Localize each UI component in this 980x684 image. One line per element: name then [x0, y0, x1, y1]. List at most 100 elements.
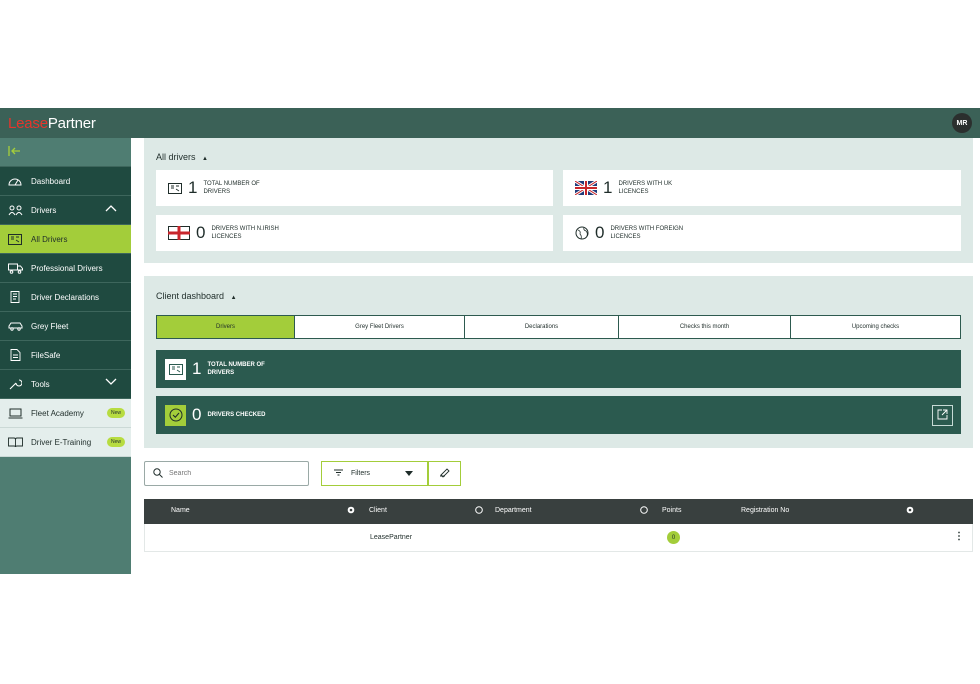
check-circle-icon	[165, 404, 186, 426]
sort-icon[interactable]	[347, 506, 355, 516]
open-external-button[interactable]	[932, 405, 953, 426]
id-card-icon	[168, 182, 182, 194]
stat-label: DRIVERS WITH N.IRISH LICENCES	[211, 226, 279, 240]
sidebar-item-label: All Drivers	[31, 234, 68, 244]
globe-icon	[575, 226, 589, 240]
stat-card-ni-licences: 0 DRIVERS WITH N.IRISH LICENCES	[156, 215, 553, 251]
stat-card-uk-licences: 1 DRIVERS WITH UK LICENCES	[563, 170, 961, 206]
search-input[interactable]	[169, 470, 289, 477]
table-settings-icon[interactable]	[906, 506, 914, 516]
sidebar-item-label: Fleet Academy	[31, 408, 84, 418]
sidebar-item-grey-fleet[interactable]: Grey Fleet	[0, 312, 131, 341]
client-dashboard-title[interactable]: Client dashboard ▲	[156, 291, 237, 301]
chevron-down-icon[interactable]	[105, 378, 117, 388]
sidebar-item-driver-declarations[interactable]: Driver Declarations	[0, 283, 131, 312]
tab-upcoming-checks[interactable]: Upcoming checks	[791, 316, 960, 338]
sidebar-item-label: FileSafe	[31, 350, 61, 360]
column-header-client[interactable]: Client	[369, 507, 387, 514]
column-header-name[interactable]: Name	[171, 507, 190, 514]
tab-declarations[interactable]: Declarations	[465, 316, 619, 338]
eraser-icon	[439, 465, 450, 483]
sidebar-item-label: Grey Fleet	[31, 321, 69, 331]
book-icon	[7, 436, 23, 448]
cell-points-badge: 0	[667, 531, 680, 544]
drivers-group-icon	[7, 204, 23, 216]
sidebar-item-label: Tools	[31, 379, 50, 389]
column-header-registration[interactable]: Registration No	[741, 507, 789, 514]
sidebar: Dashboard Drivers All Drivers Profession…	[0, 138, 131, 574]
stat-value: 1	[603, 178, 613, 197]
sidebar-item-label: Driver Declarations	[31, 292, 100, 302]
filters-dropdown[interactable]: Filters	[321, 461, 428, 486]
sidebar-item-label: Professional Drivers	[31, 263, 103, 273]
sidebar-item-label: Driver E-Training	[31, 437, 92, 447]
all-drivers-panel: All drivers ▲ 1 TOTAL NUMBER OF DRIVERS …	[144, 138, 973, 263]
stat-label: TOTAL NUMBER OF DRIVERS	[203, 181, 260, 195]
stat-value: 1	[188, 178, 198, 197]
collapse-sidebar-button[interactable]	[0, 138, 131, 167]
tools-icon	[7, 378, 23, 390]
caret-down-icon	[405, 471, 413, 479]
id-card-icon	[165, 358, 186, 380]
sidebar-item-label: Drivers	[31, 205, 57, 215]
sidebar-item-tools[interactable]: Tools	[0, 370, 131, 399]
stat-card-foreign-licences: 0 DRIVERS WITH FOREIGN LICENCES	[563, 215, 961, 251]
dashboard-gauge-icon	[7, 175, 23, 187]
caret-up-icon: ▲	[202, 156, 208, 162]
search-box[interactable]	[144, 461, 309, 486]
laptop-icon	[7, 407, 23, 419]
all-drivers-title[interactable]: All drivers ▲	[156, 152, 208, 162]
sidebar-item-all-drivers[interactable]: All Drivers	[0, 225, 131, 254]
logo-partner-text: Partner	[47, 114, 96, 132]
collapse-left-icon	[8, 144, 22, 160]
stat-card-total-drivers: 1 TOTAL NUMBER OF DRIVERS	[156, 170, 553, 206]
app-shell: LeasePartner MR Dashboard Drivers All Dr…	[0, 108, 980, 574]
client-dashboard-panel: Client dashboard ▲ Drivers Grey Fleet Dr…	[144, 276, 973, 448]
clear-filters-button[interactable]	[428, 461, 461, 486]
tab-drivers[interactable]: Drivers	[157, 316, 295, 338]
sidebar-item-label: Dashboard	[31, 176, 71, 186]
id-card-icon	[7, 233, 23, 245]
user-avatar[interactable]: MR	[952, 113, 972, 133]
stat-value: 0	[192, 405, 202, 424]
column-header-points[interactable]: Points	[662, 507, 681, 514]
caret-up-icon: ▲	[230, 295, 237, 301]
brand-logo[interactable]: LeasePartner	[8, 115, 96, 132]
tab-checks-this-month[interactable]: Checks this month	[619, 316, 791, 338]
sort-icon[interactable]	[640, 506, 648, 516]
filters-label: Filters	[351, 470, 371, 477]
sidebar-item-filesafe[interactable]: FileSafe	[0, 341, 131, 370]
filter-lines-icon	[334, 469, 343, 478]
stat-value: 0	[595, 223, 605, 242]
external-link-icon	[937, 407, 948, 425]
all-drivers-title-text: All drivers	[156, 152, 196, 162]
chevron-up-icon[interactable]	[105, 204, 117, 214]
stat-label: DRIVERS WITH FOREIGN LICENCES	[610, 226, 684, 240]
ni-flag-icon	[168, 226, 190, 240]
logo-lease-text: Lease	[8, 114, 48, 132]
truck-icon	[7, 262, 23, 274]
client-dashboard-tabs: Drivers Grey Fleet Drivers Declarations …	[156, 315, 961, 339]
column-header-department[interactable]: Department	[495, 507, 532, 514]
stat-label: DRIVERS WITH UK LICENCES	[618, 181, 673, 195]
sort-icon[interactable]	[475, 506, 483, 516]
search-icon	[153, 465, 163, 483]
client-total-drivers-card: 1 TOTAL NUMBER OF DRIVERS	[156, 350, 961, 388]
sidebar-item-driver-e-training[interactable]: Driver E-Training New	[0, 428, 131, 457]
row-more-options-icon[interactable]: ⋮	[954, 531, 964, 542]
stat-label: DRIVERS CHECKED	[207, 412, 266, 418]
sidebar-item-professional-drivers[interactable]: Professional Drivers	[0, 254, 131, 283]
table-row[interactable]: LeasePartner 0 ⋮	[144, 524, 973, 552]
stat-label: TOTAL NUMBER OF DRIVERS	[207, 362, 265, 376]
sidebar-item-fleet-academy[interactable]: Fleet Academy New	[0, 399, 131, 428]
stat-value: 0	[196, 223, 206, 242]
stat-value: 1	[192, 359, 202, 378]
new-badge: New	[106, 408, 125, 418]
sidebar-item-dashboard[interactable]: Dashboard	[0, 167, 131, 196]
drivers-table: Name Client Department Points Registrati…	[144, 499, 973, 552]
car-icon	[7, 320, 23, 332]
client-drivers-checked-card: 0 DRIVERS CHECKED	[156, 396, 961, 434]
top-bar: LeasePartner MR	[0, 108, 980, 138]
tab-grey-fleet-drivers[interactable]: Grey Fleet Drivers	[295, 316, 465, 338]
sidebar-item-drivers[interactable]: Drivers	[0, 196, 131, 225]
